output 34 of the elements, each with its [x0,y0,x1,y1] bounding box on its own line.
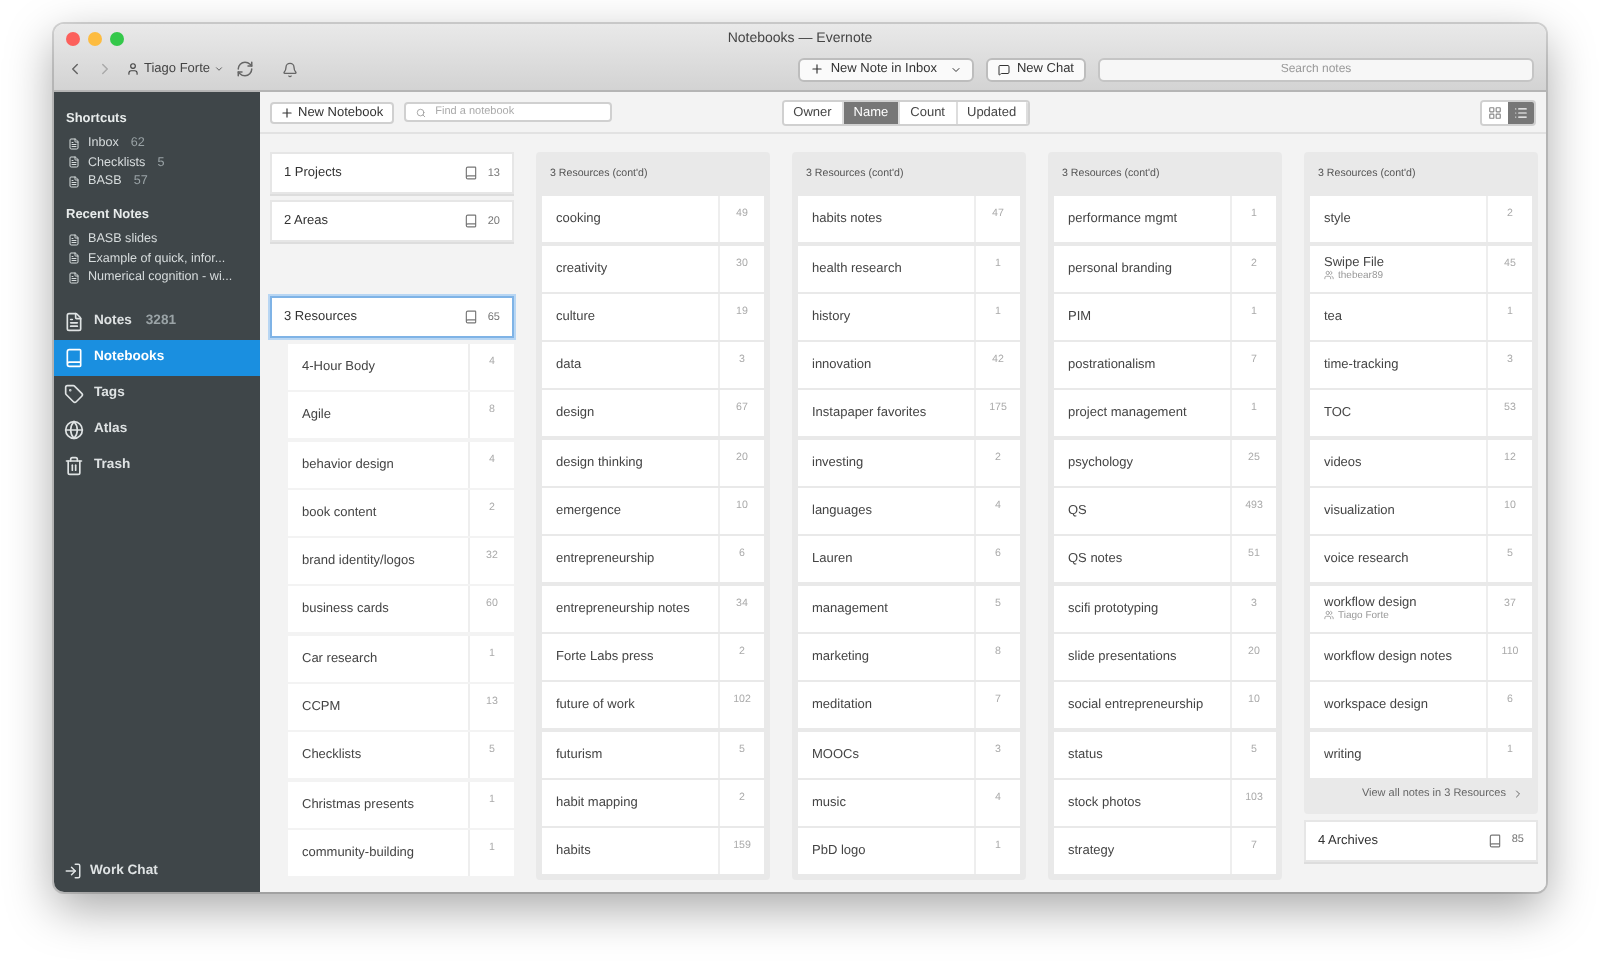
forward-icon[interactable] [96,60,114,78]
note-icon [68,252,80,265]
shared-icon [1324,610,1334,621]
notebook-icon [64,347,84,368]
tag-icon [64,383,84,404]
back-icon[interactable] [66,60,84,78]
shared-icon [1324,270,1334,281]
grid-view-icon [1488,105,1502,119]
notebook-stack-icon [463,214,478,228]
view-toggle[interactable] [1508,101,1534,123]
note-icon [64,311,84,332]
globe-icon [64,419,84,440]
caret-icon [950,63,963,75]
minimize-button[interactable] [88,31,102,45]
note-icon [68,271,80,284]
sync-icon[interactable] [236,60,254,78]
note-icon [68,137,80,150]
note-icon [68,156,80,169]
user-icon [126,62,140,76]
trash-icon [64,455,84,476]
notebook-stack-icon [1487,833,1502,848]
view-toggle[interactable] [1482,101,1508,123]
bell-icon[interactable] [282,61,298,77]
close-button[interactable] [66,31,80,45]
zoom-button[interactable] [110,31,124,45]
notebook-stack-icon [463,310,478,324]
list-view-icon [1514,105,1528,119]
caret-icon [214,64,224,74]
notebook-stack-icon [463,166,478,180]
chevron-right-icon [1512,787,1524,800]
note-icon [68,233,80,246]
plus-icon [280,105,294,119]
note-icon [68,175,80,188]
plus-icon [810,62,825,76]
